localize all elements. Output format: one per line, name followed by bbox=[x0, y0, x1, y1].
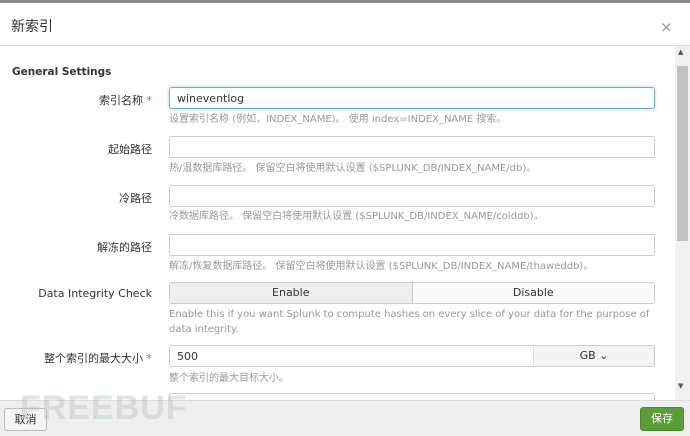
max-size-label: 整个索引的最大大小 * bbox=[44, 350, 152, 366]
disable-option[interactable]: Disable bbox=[412, 283, 654, 303]
max-size-input[interactable] bbox=[169, 345, 534, 367]
chevron-down-icon: ⌄ bbox=[599, 349, 609, 362]
thawed-path-input[interactable] bbox=[169, 234, 655, 256]
index-name-label: 索引名称 * bbox=[99, 92, 152, 108]
dialog-title: 新索引 bbox=[11, 19, 53, 35]
integrity-help: Enable this if you want Splunk to comput… bbox=[169, 309, 650, 335]
home-path-help: 热/温数据库路径。 保留空白将使用默认设置 ($SPLUNK_DB/INDEX_… bbox=[169, 163, 537, 174]
index-name-input[interactable] bbox=[169, 87, 655, 109]
save-button[interactable]: 保存 bbox=[640, 407, 684, 431]
cold-path-input[interactable] bbox=[169, 185, 655, 207]
next-field-input[interactable] bbox=[169, 393, 655, 400]
integrity-toggle: Enable Disable bbox=[169, 282, 655, 304]
integrity-label: Data Integrity Check bbox=[38, 287, 152, 300]
scroll-down-icon[interactable]: ▼ bbox=[678, 382, 683, 390]
home-path-input[interactable] bbox=[169, 136, 655, 158]
scroll-up-icon[interactable]: ▲ bbox=[678, 48, 683, 56]
label-text: 索引名称 bbox=[99, 94, 143, 107]
max-size-help: 整个索引的最大目标大小。 bbox=[169, 373, 289, 384]
dialog-header: 新索引 × bbox=[0, 3, 690, 46]
scrollbar[interactable]: ▲ ▼ bbox=[675, 46, 690, 400]
dialog-body: General Settings 索引名称 * 设置索引名称 (例如，INDEX… bbox=[0, 46, 690, 400]
watermark-logo: FREEBUF bbox=[20, 389, 188, 427]
thawed-path-help: 解冻/恢复数据库路径。 保留空白将使用默认设置 ($SPLUNK_DB/INDE… bbox=[169, 261, 594, 272]
close-icon[interactable]: × bbox=[660, 18, 673, 36]
cold-path-help: 冷数据库路径。 保留空白将使用默认设置 ($SPLUNK_DB/INDEX_NA… bbox=[169, 211, 544, 222]
cold-path-label: 冷路径 bbox=[119, 192, 152, 205]
home-path-label: 起始路径 bbox=[108, 143, 152, 156]
required-marker: * bbox=[146, 352, 153, 365]
thawed-path-label: 解冻的路径 bbox=[97, 241, 152, 254]
index-name-help: 设置索引名称 (例如，INDEX_NAME)。 使用 index=INDEX_N… bbox=[169, 114, 507, 125]
required-marker: * bbox=[146, 94, 153, 107]
unit-dropdown[interactable]: GB ⌄ bbox=[533, 345, 655, 367]
label-text: 整个索引的最大大小 bbox=[44, 352, 143, 365]
section-heading: General Settings bbox=[12, 66, 112, 78]
scrollbar-thumb[interactable] bbox=[677, 66, 688, 241]
unit-value: GB bbox=[579, 349, 596, 362]
enable-option[interactable]: Enable bbox=[170, 283, 413, 303]
